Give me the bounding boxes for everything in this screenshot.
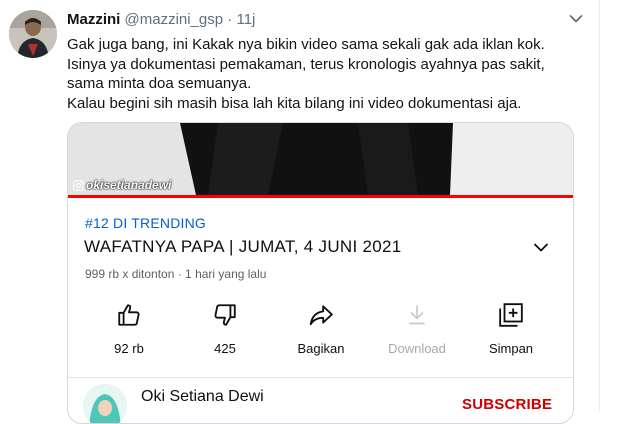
save-button[interactable]: Simpan — [471, 301, 551, 356]
video-progress-bar — [68, 195, 573, 198]
video-thumbnail[interactable]: okisetianadewi — [68, 123, 573, 195]
chevron-down-icon — [569, 15, 583, 23]
share-icon — [309, 305, 333, 326]
author-handle[interactable]: @mazzini_gsp — [125, 11, 224, 28]
save-playlist-icon — [499, 303, 523, 327]
channel-avatar[interactable] — [83, 384, 127, 423]
tweet-header: Mazzini @mazzini_gsp · 11j — [67, 11, 255, 28]
separator-dot: · — [227, 11, 233, 28]
instagram-icon — [73, 179, 84, 191]
like-button[interactable]: 92 rb — [89, 301, 169, 356]
chevron-down-icon — [534, 243, 548, 252]
more-options-button[interactable] — [566, 9, 586, 29]
attached-media-card[interactable]: okisetianadewi #12 DI TRENDING WAFATNYA … — [67, 122, 574, 424]
like-count: 92 rb — [114, 341, 144, 356]
download-icon — [409, 305, 425, 325]
tweet-text-line: Kalau begini sih masih bisa lah kita bil… — [67, 94, 522, 112]
tweet-text-line: Isinya ya dokumentasi pemakaman, terus k… — [67, 55, 545, 73]
channel-name[interactable]: Oki Setiana Dewi — [141, 388, 264, 406]
divider — [68, 377, 573, 378]
tweet-timestamp[interactable]: 11j — [236, 11, 255, 28]
dislike-button[interactable]: 425 — [185, 301, 265, 356]
video-title: WAFATNYA PAPA | JUMAT, 4 JUNI 2021 — [84, 237, 402, 256]
instagram-watermark: okisetianadewi — [73, 178, 171, 192]
tweet-text-line: sama minta doa semuanya. — [67, 75, 252, 93]
share-label: Bagikan — [297, 341, 345, 356]
trending-label[interactable]: #12 DI TRENDING — [85, 215, 206, 231]
expand-description-button[interactable] — [531, 240, 551, 256]
thumbs-up-icon — [118, 304, 140, 326]
dislike-count: 425 — [214, 341, 236, 356]
timeline-divider — [599, 0, 600, 411]
save-label: Simpan — [488, 341, 534, 356]
watermark-text: okisetianadewi — [86, 178, 172, 192]
author-name[interactable]: Mazzini — [67, 11, 120, 28]
tweet-text-line: Gak juga bang, ini Kakak nya bikin video… — [67, 36, 545, 53]
subscribe-button[interactable]: SUBSCRIBE — [462, 396, 552, 413]
tweet-text: Gak juga bang, ini Kakak nya bikin video… — [67, 35, 587, 113]
download-label: Download — [388, 341, 446, 356]
video-metadata: 999 rb x ditonton · 1 hari yang lalu — [85, 267, 267, 281]
share-button[interactable]: Bagikan — [281, 301, 361, 356]
thumbs-down-icon — [214, 304, 236, 326]
author-avatar[interactable] — [9, 10, 57, 58]
download-button[interactable]: Download — [377, 301, 457, 356]
